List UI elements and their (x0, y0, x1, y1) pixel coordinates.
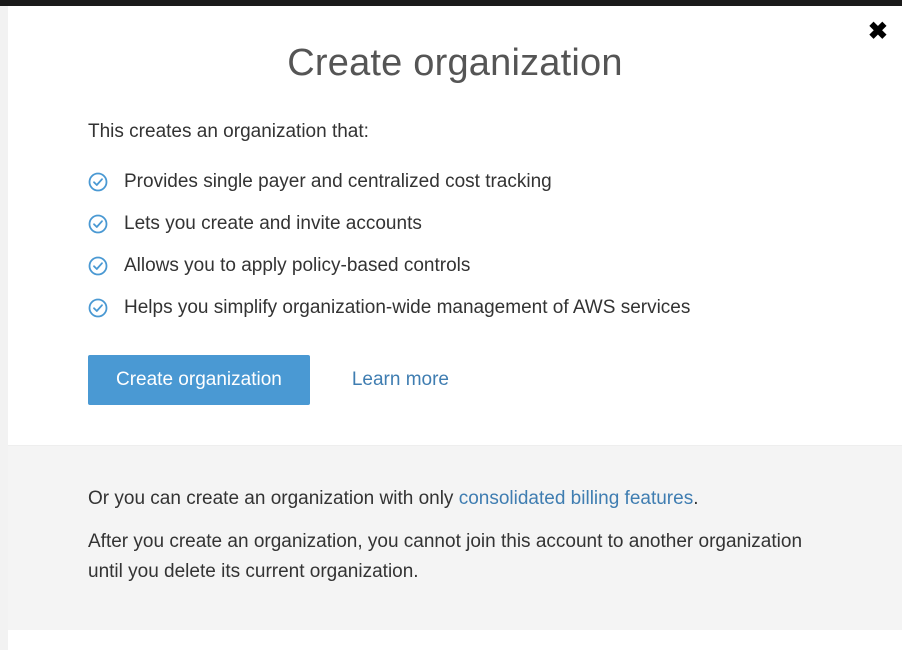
alt-prefix: Or you can create an organization with o… (88, 488, 459, 509)
check-circle-icon (88, 256, 108, 276)
feature-text: Provides single payer and centralized co… (124, 171, 552, 193)
modal-header: Create organization (8, 6, 902, 105)
create-organization-button[interactable]: Create organization (88, 355, 310, 405)
actions-row: Create organization Learn more (88, 355, 822, 405)
feature-text: Lets you create and invite accounts (124, 213, 422, 235)
consolidated-billing-link[interactable]: consolidated billing features (459, 488, 694, 509)
feature-text: Allows you to apply policy-based control… (124, 255, 470, 277)
learn-more-link[interactable]: Learn more (352, 369, 449, 391)
close-icon[interactable]: ✖ (868, 20, 888, 44)
alt-option-text: Or you can create an organization with o… (88, 484, 822, 513)
modal-body: This creates an organization that: Provi… (8, 105, 902, 445)
modal-title: Create organization (8, 42, 902, 85)
feature-text: Helps you simplify organization-wide man… (124, 297, 690, 319)
check-circle-icon (88, 172, 108, 192)
check-circle-icon (88, 214, 108, 234)
feature-list: Provides single payer and centralized co… (88, 171, 822, 319)
modal-footer: Or you can create an organization with o… (8, 445, 902, 630)
alt-suffix: . (693, 488, 698, 509)
create-organization-modal: ✖ Create organization This creates an or… (8, 6, 902, 650)
warning-text: After you create an organization, you ca… (88, 527, 822, 586)
feature-item: Provides single payer and centralized co… (88, 171, 822, 193)
feature-item: Allows you to apply policy-based control… (88, 255, 822, 277)
intro-text: This creates an organization that: (88, 121, 822, 143)
feature-item: Helps you simplify organization-wide man… (88, 297, 822, 319)
check-circle-icon (88, 298, 108, 318)
feature-item: Lets you create and invite accounts (88, 213, 822, 235)
